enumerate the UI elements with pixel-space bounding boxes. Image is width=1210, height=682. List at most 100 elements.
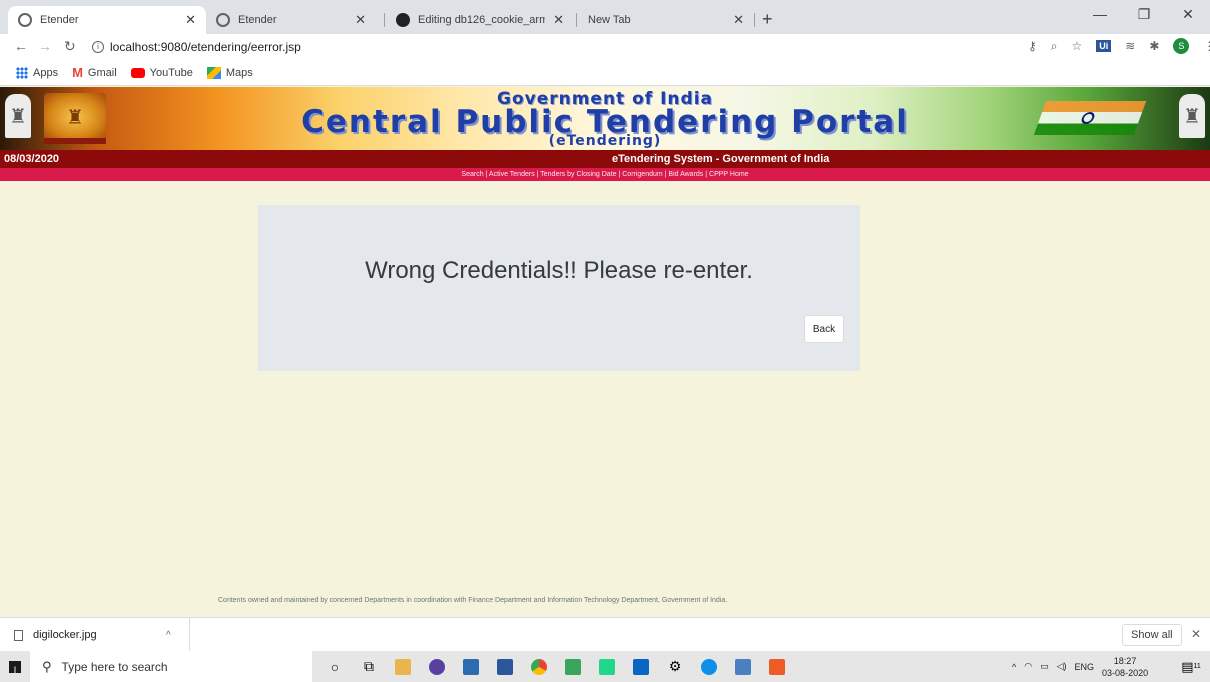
github-icon bbox=[396, 13, 410, 27]
tab-title: Etender bbox=[238, 14, 277, 26]
download-item[interactable]: digilocker.jpg ^ bbox=[0, 618, 190, 652]
globe-icon bbox=[18, 13, 32, 27]
clock[interactable]: 18:27 03-08-2020 bbox=[1102, 655, 1148, 679]
portal-subtitle: (eTendering) bbox=[548, 133, 662, 149]
youtube-icon bbox=[130, 67, 145, 78]
network-icon[interactable]: ◠ bbox=[1024, 661, 1032, 672]
file-explorer-icon[interactable] bbox=[386, 651, 420, 682]
tab-etender-2[interactable]: Etender ✕ bbox=[206, 6, 376, 34]
menu-icon[interactable]: ⋮ bbox=[1203, 39, 1210, 53]
tab-title: New Tab bbox=[588, 14, 631, 26]
close-icon[interactable]: ✕ bbox=[185, 12, 196, 28]
bookmark-label: YouTube bbox=[149, 66, 193, 79]
tab-etender-1[interactable]: Etender ✕ bbox=[8, 6, 206, 34]
bookmark-youtube[interactable]: YouTube bbox=[130, 66, 193, 79]
bookmark-label: Maps bbox=[225, 66, 253, 79]
close-window-icon[interactable]: ✕ bbox=[1166, 6, 1210, 23]
forward-arrow-icon[interactable]: → bbox=[38, 38, 52, 54]
tab-separator bbox=[576, 13, 577, 27]
tab-strip: Etender ✕ Etender ✕ Editing db126_cookie… bbox=[0, 0, 1210, 34]
pycharm-icon[interactable] bbox=[590, 651, 624, 682]
bookmark-label: Apps bbox=[33, 66, 59, 79]
profile-avatar[interactable]: S bbox=[1173, 38, 1190, 54]
app-icon[interactable] bbox=[556, 651, 590, 682]
notification-count: 11 bbox=[1193, 663, 1201, 670]
bookmarks-bar: Apps M Gmail YouTube Maps bbox=[0, 60, 1210, 86]
error-message: Wrong Credentials!! Please re-enter. bbox=[365, 257, 753, 284]
search-icon: ⚲ bbox=[42, 658, 52, 674]
chevron-up-icon[interactable]: ^ bbox=[166, 630, 171, 641]
reload-icon[interactable]: ↻ bbox=[64, 38, 76, 55]
close-icon[interactable]: ✕ bbox=[733, 12, 744, 28]
bookmark-label: Gmail bbox=[87, 66, 117, 79]
maps-icon bbox=[206, 66, 221, 79]
close-icon[interactable]: ✕ bbox=[1191, 627, 1201, 641]
app-icon[interactable] bbox=[454, 651, 488, 682]
puzzle-icon[interactable]: ✱ bbox=[1149, 39, 1159, 53]
show-all-button[interactable]: Show all bbox=[1122, 624, 1182, 646]
extension-icon[interactable]: ≋ bbox=[1125, 39, 1135, 53]
portal-banner: ♜ ♜ Government of India Central Public T… bbox=[0, 87, 1210, 150]
current-date: 08/03/2020 bbox=[4, 153, 60, 165]
national-emblem-icon: ♜ bbox=[1179, 94, 1205, 138]
chrome-icon[interactable] bbox=[522, 651, 556, 682]
star-icon[interactable]: ☆ bbox=[1072, 39, 1083, 53]
taskbar-search[interactable]: ⚲ Type here to search bbox=[30, 651, 312, 682]
indian-flag-icon bbox=[1033, 101, 1147, 135]
app-icon[interactable] bbox=[726, 651, 760, 682]
window-controls: — ❐ ✕ bbox=[1078, 6, 1210, 23]
tab-github-editing[interactable]: Editing db126_cookie_army/erro ✕ bbox=[386, 6, 574, 34]
notification-icon: ▤ bbox=[1181, 658, 1194, 674]
uipath-extension-icon[interactable]: Ui bbox=[1096, 40, 1112, 52]
url-text: localhost:9080/etendering/eerror.jsp bbox=[110, 40, 301, 54]
bookmark-maps[interactable]: Maps bbox=[206, 66, 253, 79]
cortana-icon[interactable]: ○ bbox=[318, 651, 352, 682]
tab-title: Etender bbox=[40, 14, 79, 26]
error-card: Wrong Credentials!! Please re-enter. Bac… bbox=[258, 205, 860, 371]
gmail-icon: M bbox=[72, 65, 83, 80]
volume-icon[interactable]: ◁) bbox=[1057, 661, 1067, 672]
app-icon[interactable] bbox=[420, 651, 454, 682]
download-file-name: digilocker.jpg bbox=[33, 629, 97, 641]
zoom-icon[interactable]: ⌕ bbox=[1051, 39, 1058, 54]
globe-icon bbox=[216, 13, 230, 27]
footer-text: Contents owned and maintained by concern… bbox=[218, 597, 728, 604]
back-button[interactable]: Back bbox=[804, 315, 844, 343]
bookmark-gmail[interactable]: M Gmail bbox=[72, 65, 117, 80]
date-bar: 08/03/2020 eTendering System - Governmen… bbox=[0, 150, 1210, 168]
file-icon bbox=[14, 629, 23, 641]
key-icon[interactable]: ⚷ bbox=[1028, 39, 1037, 53]
download-bar: digilocker.jpg ^ Show all ✕ bbox=[0, 617, 1210, 652]
tab-title: Editing db126_cookie_army/erro bbox=[418, 14, 546, 26]
maximize-icon[interactable]: ❐ bbox=[1122, 6, 1166, 23]
search-placeholder: Type here to search bbox=[61, 659, 168, 674]
battery-icon[interactable]: ▭ bbox=[1040, 661, 1049, 672]
start-button[interactable] bbox=[0, 651, 30, 682]
tab-separator bbox=[384, 13, 385, 27]
apps-grid-icon bbox=[16, 66, 28, 79]
address-bar[interactable]: i localhost:9080/etendering/eerror.jsp bbox=[92, 36, 1016, 58]
settings-icon[interactable]: ⚙ bbox=[658, 651, 692, 682]
windows-logo-icon bbox=[9, 660, 21, 673]
windows-taskbar: ⚲ Type here to search ○ ⧉ ⚙ ^ ◠ ▭ ◁) ENG… bbox=[0, 651, 1210, 682]
mail-icon[interactable] bbox=[624, 651, 658, 682]
new-tab-button[interactable]: + bbox=[762, 9, 773, 30]
back-arrow-icon[interactable]: ← bbox=[14, 38, 28, 54]
close-icon[interactable]: ✕ bbox=[553, 12, 564, 28]
toolbar-actions: ⚷ ⌕ ☆ Ui ≋ ✱ S ⋮ bbox=[1028, 38, 1210, 54]
bookmark-apps[interactable]: Apps bbox=[16, 66, 59, 79]
clock-time: 18:27 bbox=[1113, 655, 1137, 666]
close-icon[interactable]: ✕ bbox=[355, 12, 366, 28]
portal-nav-links[interactable]: Search | Active Tenders | Tenders by Clo… bbox=[0, 168, 1210, 181]
tab-new-tab[interactable]: New Tab ✕ bbox=[578, 6, 754, 34]
chevron-up-icon[interactable]: ^ bbox=[1012, 662, 1016, 672]
language-indicator[interactable]: ENG bbox=[1075, 662, 1095, 672]
teamviewer-icon[interactable] bbox=[692, 651, 726, 682]
info-icon[interactable]: i bbox=[92, 41, 104, 53]
notification-center[interactable]: ▤ 11 bbox=[1172, 651, 1210, 682]
minimize-icon[interactable]: — bbox=[1078, 6, 1122, 23]
task-view-icon[interactable]: ⧉ bbox=[352, 651, 386, 682]
postman-icon[interactable] bbox=[760, 651, 794, 682]
chakra-icon bbox=[1079, 112, 1097, 124]
uipath-icon[interactable] bbox=[488, 651, 522, 682]
